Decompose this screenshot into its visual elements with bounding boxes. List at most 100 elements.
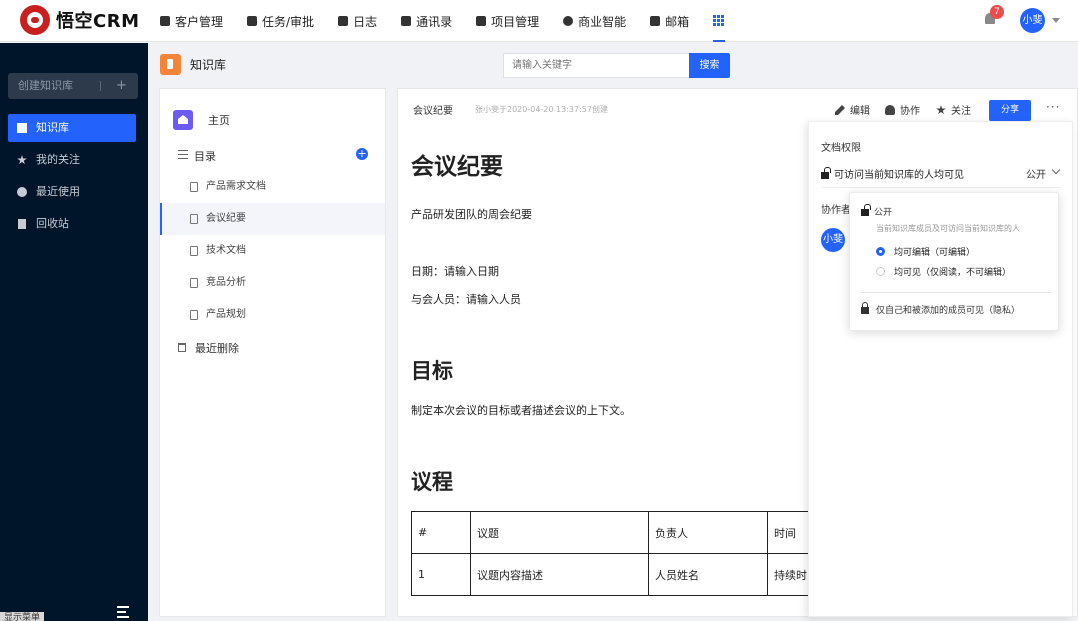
catalog-doc-item[interactable]: 产品需求文档 [160, 171, 385, 203]
radio-unselected[interactable] [876, 267, 885, 276]
agenda-heading: 议程 [411, 470, 453, 494]
collaborate-button[interactable]: 协作 [885, 102, 920, 117]
nav-mail[interactable]: 邮箱 [650, 0, 689, 42]
sidebar-item-label: 回收站 [36, 217, 69, 230]
bi-icon [563, 16, 574, 26]
table-cell: 1 [411, 553, 471, 596]
nav-customer[interactable]: 客户管理 [160, 0, 223, 42]
table-header-row: # 议题 负责人 时间 [411, 511, 828, 554]
nav-log[interactable]: 日志 [338, 0, 377, 42]
page-header: 知识库 搜索 [148, 43, 1078, 85]
option-can-edit[interactable]: 均可编辑（可编辑） [876, 245, 975, 258]
nav-task-approval[interactable]: 任务/审批 [247, 0, 314, 42]
collapse-menu-icon[interactable] [117, 606, 133, 618]
sidebar-item-recycle-bin[interactable]: 回收站 [8, 210, 136, 238]
more-icon[interactable]: ··· [1046, 100, 1060, 114]
share-button[interactable]: 分享 [989, 100, 1031, 121]
radio-selected[interactable] [876, 247, 885, 256]
nav-label: 任务/审批 [262, 14, 315, 29]
nav-bi[interactable]: 商业智能 [563, 0, 626, 42]
sidebar-item-label: 我的关注 [36, 153, 80, 166]
doc-intro: 产品研发团队的周会纪要 [411, 208, 532, 221]
sidebar-item-label: 知识库 [36, 121, 69, 134]
chevron-down-icon[interactable] [1051, 165, 1061, 175]
public-description: 当前知识库成员及可访问当前知识库的人 [876, 224, 1020, 233]
catalog-doc-item[interactable]: 技术文档 [160, 235, 385, 267]
app-logo[interactable]: 悟空CRM [20, 5, 139, 35]
edit-button[interactable]: 编辑 [835, 102, 870, 117]
search-input[interactable] [503, 53, 689, 78]
doc-item-label: 产品需求文档 [206, 181, 266, 192]
doc-meta: 张小斐于2020-04-20 13:37:57创建 [475, 105, 608, 114]
nav-project[interactable]: 项目管理 [476, 0, 539, 42]
show-menu-hint: 显示菜单 [0, 612, 45, 621]
lock-icon [861, 302, 869, 314]
catalog-toc: 目录 + [178, 147, 373, 163]
notification-badge: 7 [990, 5, 1004, 19]
nav-contacts[interactable]: 通讯录 [401, 0, 452, 42]
table-row: 1 议题内容描述 人员姓名 持续时 [411, 553, 828, 596]
trash-icon [178, 343, 186, 352]
table-header-cell: 负责人 [648, 511, 768, 554]
collaborator-avatar[interactable]: 小斐 [821, 228, 845, 252]
star-icon [936, 105, 946, 115]
edit-label: 编辑 [850, 106, 870, 117]
doc-date: 日期：请输入日期 [411, 265, 499, 278]
contacts-icon [401, 16, 412, 26]
follow-button[interactable]: 关注 [936, 102, 971, 117]
goal-text: 制定本次会议的目标或者描述会议的上下文。 [411, 404, 631, 417]
permission-mode-select[interactable]: 公开 [1026, 166, 1046, 181]
option-label: 均可编辑（可编辑） [894, 248, 976, 258]
table-header-cell: # [411, 511, 471, 554]
divider [821, 187, 1061, 188]
knowledge-base-icon [160, 54, 181, 75]
agenda-table: # 议题 负责人 时间 1 议题内容描述 人员姓名 持续时 [411, 511, 828, 596]
chevron-down-icon[interactable] [1052, 18, 1060, 23]
star-icon [17, 155, 27, 165]
doc-item-label: 竞品分析 [206, 277, 246, 288]
nav-label: 客户管理 [175, 14, 224, 29]
nav-label: 商业智能 [578, 14, 627, 29]
project-icon [476, 16, 487, 26]
grid-icon[interactable] [713, 0, 726, 42]
briefcase-icon [247, 16, 258, 26]
divider [100, 81, 101, 91]
doc-title: 会议纪要 [411, 154, 503, 180]
catalog-doc-item[interactable]: 竞品分析 [160, 267, 385, 299]
table-header-cell: 议题 [470, 511, 649, 554]
main-nav: 客户管理 任务/审批 日志 通讯录 项目管理 商业智能 邮箱 [160, 0, 726, 42]
monkey-logo-icon [20, 5, 50, 35]
toc-label: 目录 [194, 150, 216, 163]
add-document-icon[interactable]: + [356, 148, 368, 160]
book-icon [17, 123, 27, 133]
private-option[interactable]: 仅自己和被添加的成员可见（隐私） [861, 302, 1020, 316]
user-avatar[interactable]: 小斐 [1020, 8, 1045, 33]
logo-text: 悟空CRM [56, 11, 140, 32]
log-icon [338, 16, 349, 26]
create-label: 创建知识库 [18, 79, 73, 92]
unlock-icon [861, 204, 871, 216]
catalog-doc-item[interactable]: 会议纪要 [160, 203, 385, 235]
pencil-icon [835, 105, 845, 115]
sidebar-item-following[interactable]: 我的关注 [8, 146, 136, 174]
catalog-home[interactable]: 主页 [173, 109, 230, 131]
create-knowledge-base-button[interactable]: 创建知识库 + [8, 73, 138, 99]
mail-icon [650, 16, 661, 26]
sidebar-item-recent[interactable]: 最近使用 [8, 178, 136, 206]
catalog-doc-item[interactable]: 产品规划 [160, 299, 385, 331]
option-read-only[interactable]: 均可见（仅阅读，不可编辑） [876, 265, 1011, 278]
divider [861, 292, 1051, 293]
nav-label: 通讯录 [416, 14, 453, 29]
doc-item-label: 技术文档 [206, 245, 246, 256]
public-option-header[interactable]: 公开 [861, 204, 892, 218]
permission-current: 可访问当前知识库的人均可见 [821, 166, 964, 181]
permission-current-label: 可访问当前知识库的人均可见 [834, 170, 964, 181]
sidebar-item-label: 最近使用 [36, 185, 80, 198]
users-icon [885, 105, 895, 115]
top-bar: 悟空CRM 客户管理 任务/审批 日志 通讯录 项目管理 商业智能 邮箱 7 小… [0, 0, 1078, 42]
search-button[interactable]: 搜索 [689, 53, 730, 78]
document-icon [190, 182, 198, 192]
plus-icon[interactable]: + [116, 73, 127, 99]
sidebar-item-knowledge-base[interactable]: 知识库 [8, 114, 136, 142]
trash-icon [18, 219, 26, 229]
